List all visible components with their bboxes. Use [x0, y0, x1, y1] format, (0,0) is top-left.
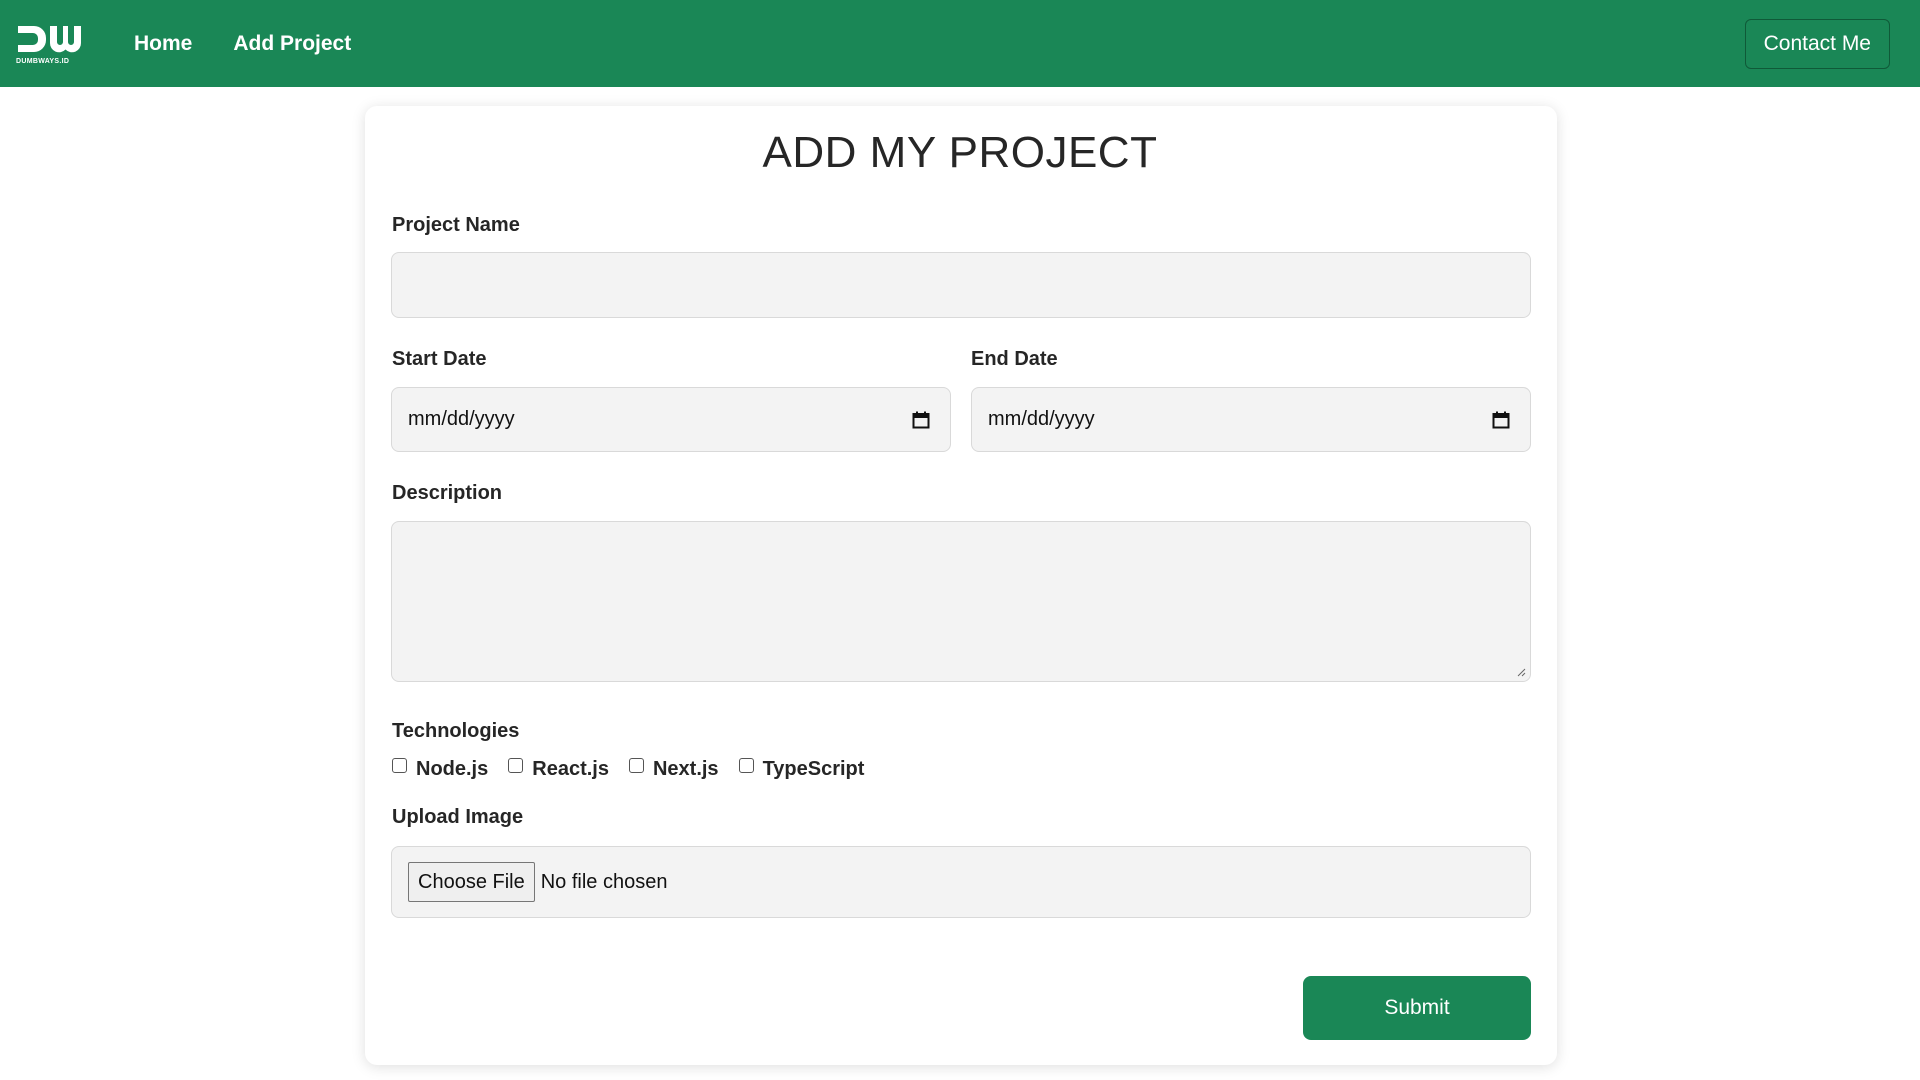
- navbar: DUMBWAYS.ID Home Add Project Contact Me: [0, 0, 1920, 87]
- tech-option-reactjs[interactable]: React.js: [508, 758, 609, 781]
- tech-option-label: Next.js: [652, 758, 719, 780]
- project-name-input[interactable]: [391, 252, 1531, 318]
- page-title: ADD MY PROJECT: [762, 128, 1158, 177]
- logo[interactable]: DUMBWAYS.ID: [16, 18, 84, 70]
- logo-subtext: DUMBWAYS.ID: [16, 57, 70, 65]
- submit-button[interactable]: Submit: [1303, 976, 1531, 1040]
- nav-link-home[interactable]: Home: [134, 32, 192, 56]
- tech-option-nextjs[interactable]: Next.js: [628, 758, 719, 781]
- end-date-label: End Date: [971, 348, 1058, 370]
- checkbox[interactable]: [392, 758, 407, 773]
- description-label: Description: [392, 482, 503, 504]
- tech-option-label: React.js: [532, 758, 609, 780]
- upload-image-input[interactable]: Choose File No file chosen: [391, 846, 1531, 918]
- contact-me-button[interactable]: Contact Me: [1744, 19, 1890, 69]
- resize-grip-icon[interactable]: [1516, 667, 1526, 677]
- technologies-label: Technologies: [392, 720, 520, 742]
- checkbox[interactable]: [738, 758, 754, 773]
- technologies-checkbox-group: Node.js React.js Next.js TypeScript: [392, 758, 884, 781]
- choose-file-button[interactable]: Choose File: [408, 862, 535, 902]
- nav-link-add-project[interactable]: Add Project: [233, 32, 351, 56]
- calendar-icon[interactable]: [1492, 411, 1510, 429]
- tech-option-typescript[interactable]: TypeScript: [738, 758, 865, 781]
- tech-option-label: Node.js: [416, 758, 489, 780]
- dumbways-logo-icon: [18, 25, 82, 52]
- project-name-label: Project Name: [392, 214, 520, 236]
- tech-option-nodejs[interactable]: Node.js: [392, 758, 488, 781]
- end-date-input[interactable]: mm/dd/yyyy: [971, 387, 1531, 452]
- checkbox[interactable]: [508, 758, 524, 773]
- calendar-icon[interactable]: [912, 411, 930, 429]
- upload-image-label: Upload Image: [392, 806, 524, 828]
- start-date-label: Start Date: [392, 348, 487, 370]
- tech-option-label: TypeScript: [762, 758, 865, 780]
- end-date-placeholder: mm/dd/yyyy: [988, 408, 1095, 430]
- checkbox[interactable]: [628, 758, 644, 773]
- no-file-text: No file chosen: [540, 870, 668, 893]
- description-textarea[interactable]: [391, 521, 1531, 682]
- start-date-placeholder: mm/dd/yyyy: [408, 408, 515, 430]
- start-date-input[interactable]: mm/dd/yyyy: [391, 387, 951, 452]
